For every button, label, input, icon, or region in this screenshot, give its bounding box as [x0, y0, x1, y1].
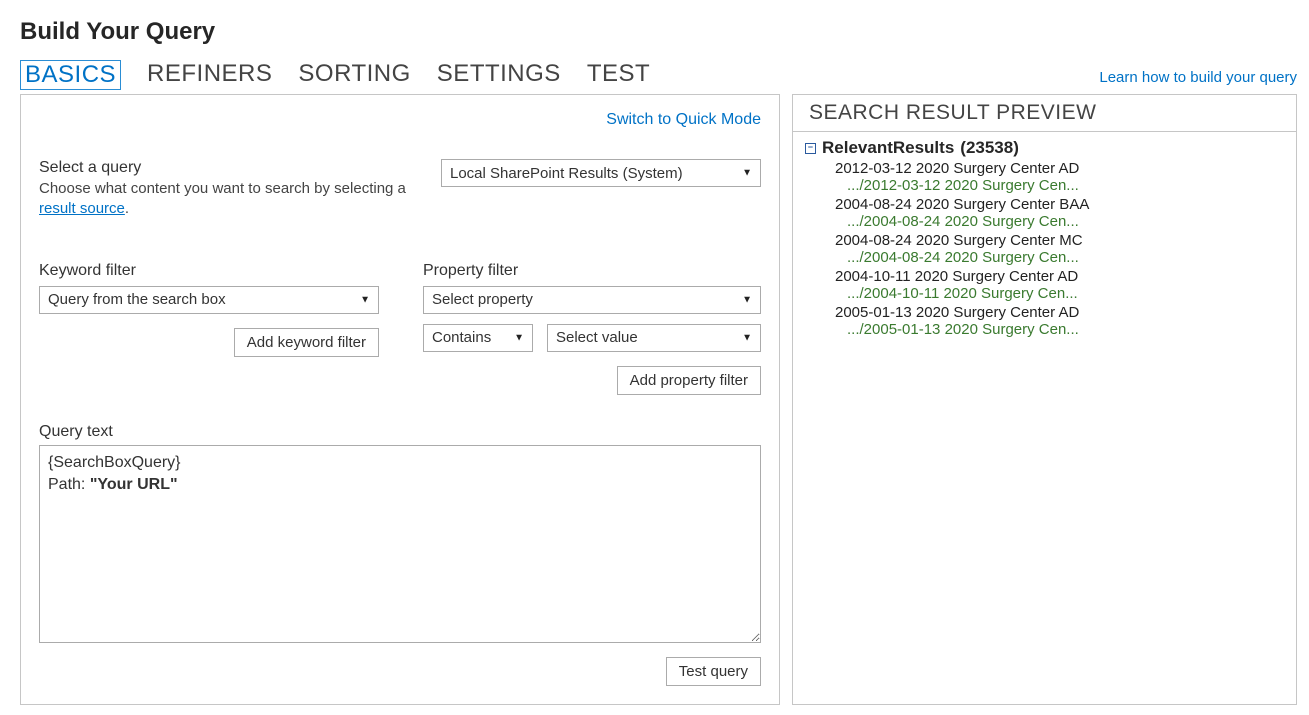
- chevron-down-icon: ▼: [514, 332, 524, 343]
- property-filter-value-text: Select value: [556, 329, 638, 346]
- result-title[interactable]: 2004-10-11 2020 Surgery Center AD: [835, 268, 1284, 285]
- keyword-filter-dropdown[interactable]: Query from the search box ▼: [39, 286, 379, 314]
- query-text-line2-bold: "Your URL": [90, 476, 178, 493]
- result-item: 2004-08-24 2020 Surgery Center MC.../200…: [835, 232, 1284, 266]
- keyword-filter-value: Query from the search box: [48, 291, 226, 308]
- keyword-filter-label: Keyword filter: [39, 262, 379, 280]
- property-filter-operator-value: Contains: [432, 329, 491, 346]
- results-list: 2012-03-12 2020 Surgery Center AD.../201…: [805, 160, 1284, 338]
- select-query-label: Select a query: [39, 159, 411, 177]
- tab-refiners[interactable]: REFINERS: [147, 60, 272, 90]
- learn-link[interactable]: Learn how to build your query: [1099, 69, 1297, 90]
- select-query-value: Local SharePoint Results (System): [450, 165, 683, 182]
- result-group-count: (23538): [960, 138, 1019, 158]
- select-query-desc-text: Choose what content you want to search b…: [39, 180, 406, 197]
- property-filter-property-value: Select property: [432, 291, 533, 308]
- result-item: 2004-08-24 2020 Surgery Center BAA.../20…: [835, 196, 1284, 230]
- test-query-button[interactable]: Test query: [666, 657, 761, 686]
- result-path[interactable]: .../2004-10-11 2020 Surgery Cen...: [847, 285, 1284, 302]
- switch-mode-link[interactable]: Switch to Quick Mode: [39, 107, 761, 159]
- chevron-down-icon: ▼: [742, 294, 752, 305]
- collapse-icon[interactable]: −: [805, 143, 816, 154]
- tab-sorting[interactable]: SORTING: [298, 60, 410, 90]
- query-text-label: Query text: [39, 423, 761, 441]
- result-group-name: RelevantResults: [822, 138, 954, 158]
- tab-test[interactable]: TEST: [587, 60, 650, 90]
- result-item: 2004-10-11 2020 Surgery Center AD.../200…: [835, 268, 1284, 302]
- add-property-filter-button[interactable]: Add property filter: [617, 366, 761, 395]
- property-filter-operator-dropdown[interactable]: Contains ▼: [423, 324, 533, 352]
- result-source-link[interactable]: result source: [39, 200, 125, 217]
- query-text-input[interactable]: {SearchBoxQuery} Path: "Your URL": [39, 445, 761, 643]
- select-query-description: Choose what content you want to search b…: [39, 179, 411, 220]
- result-title[interactable]: 2005-01-13 2020 Surgery Center AD: [835, 304, 1284, 321]
- search-result-preview-panel: SEARCH RESULT PREVIEW − RelevantResults …: [792, 94, 1297, 705]
- property-filter-label: Property filter: [423, 262, 761, 280]
- result-path[interactable]: .../2004-08-24 2020 Surgery Cen...: [847, 213, 1284, 230]
- result-group[interactable]: − RelevantResults (23538): [805, 138, 1284, 158]
- query-text-line1: {SearchBoxQuery}: [48, 452, 752, 474]
- page-title: Build Your Query: [20, 18, 1297, 46]
- property-filter-property-dropdown[interactable]: Select property ▼: [423, 286, 761, 314]
- query-text-line2-prefix: Path:: [48, 476, 90, 493]
- tab-basics[interactable]: BASICS: [20, 60, 121, 90]
- result-title[interactable]: 2004-08-24 2020 Surgery Center BAA: [835, 196, 1284, 213]
- chevron-down-icon: ▼: [742, 168, 752, 179]
- result-item: 2005-01-13 2020 Surgery Center AD.../200…: [835, 304, 1284, 338]
- result-path[interactable]: .../2004-08-24 2020 Surgery Cen...: [847, 249, 1284, 266]
- chevron-down-icon: ▼: [360, 294, 370, 305]
- select-query-dropdown[interactable]: Local SharePoint Results (System) ▼: [441, 159, 761, 187]
- select-query-desc-suffix: .: [125, 200, 129, 217]
- query-text-line2: Path: "Your URL": [48, 474, 752, 496]
- result-title[interactable]: 2004-08-24 2020 Surgery Center MC: [835, 232, 1284, 249]
- result-title[interactable]: 2012-03-12 2020 Surgery Center AD: [835, 160, 1284, 177]
- basics-panel: Switch to Quick Mode Select a query Choo…: [20, 94, 780, 705]
- result-path[interactable]: .../2012-03-12 2020 Surgery Cen...: [847, 177, 1284, 194]
- tab-bar: BASICS REFINERS SORTING SETTINGS TEST: [20, 60, 650, 90]
- add-keyword-filter-button[interactable]: Add keyword filter: [234, 328, 379, 357]
- preview-header: SEARCH RESULT PREVIEW: [793, 95, 1296, 132]
- property-filter-value-dropdown[interactable]: Select value ▼: [547, 324, 761, 352]
- tab-settings[interactable]: SETTINGS: [437, 60, 561, 90]
- chevron-down-icon: ▼: [742, 332, 752, 343]
- result-path[interactable]: .../2005-01-13 2020 Surgery Cen...: [847, 321, 1284, 338]
- result-item: 2012-03-12 2020 Surgery Center AD.../201…: [835, 160, 1284, 194]
